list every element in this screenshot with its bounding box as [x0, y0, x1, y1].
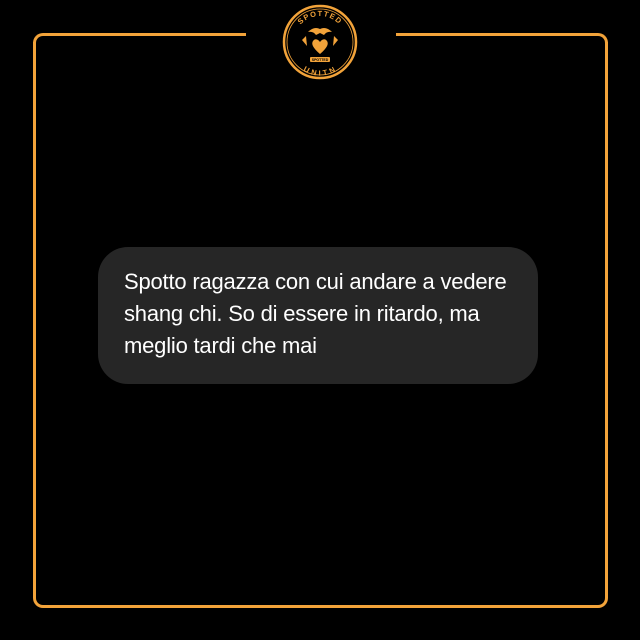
logo-ribbon-text: SPOTTED: [312, 58, 329, 62]
message-text: Spotto ragazza con cui andare a vedere s…: [124, 269, 507, 358]
eagle-heart-emblem-icon: SPOTTED UNITN SPOTTED: [282, 4, 358, 80]
message-bubble: Spotto ragazza con cui andare a vedere s…: [98, 247, 538, 384]
spotted-unitn-logo: SPOTTED UNITN SPOTTED: [280, 2, 360, 82]
post-canvas: SPOTTED UNITN SPOTTED Spotto ragazza con…: [0, 0, 640, 640]
